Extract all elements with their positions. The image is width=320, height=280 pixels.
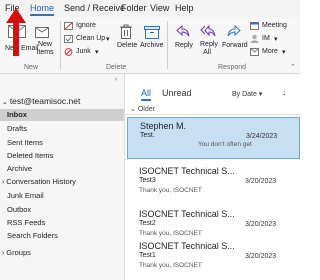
group-header-older[interactable]: ⌄ Older bbox=[130, 105, 155, 113]
im-button[interactable]: IM bbox=[262, 35, 270, 42]
tab-unread[interactable]: Unread bbox=[162, 88, 192, 98]
message-sender: Stephen M. bbox=[140, 121, 187, 131]
annotation-arrow-icon bbox=[6, 8, 26, 56]
chevron-down-icon: ▾ bbox=[256, 91, 263, 98]
folder-deleted-items[interactable]: Deleted Items bbox=[0, 150, 124, 162]
section-label: Older bbox=[137, 106, 155, 113]
archive-button[interactable]: Archive bbox=[140, 42, 163, 49]
message-sender: ISOCNET Technical S... bbox=[139, 209, 235, 219]
folder-conversation-history[interactable]: › Conversation History bbox=[0, 176, 124, 188]
cleanup-button[interactable]: Clean Up bbox=[76, 35, 105, 42]
tab-all[interactable]: All bbox=[141, 88, 152, 101]
message-subject: Test2 bbox=[139, 220, 156, 227]
ribbon-separator bbox=[60, 21, 61, 69]
ribbon-separator bbox=[167, 21, 168, 69]
groups-label: Groups bbox=[6, 248, 31, 257]
chevron-down-icon: ⌄ bbox=[130, 106, 138, 113]
message-date: 3/20/2023 bbox=[245, 221, 277, 228]
menu-bar: File Home Send / Receive Folder View Hel… bbox=[0, 0, 300, 17]
more-icon bbox=[250, 48, 259, 56]
folder-inbox[interactable]: Inbox bbox=[0, 109, 124, 121]
more-dropdown-icon[interactable]: ▾ bbox=[282, 48, 286, 56]
folder-drafts[interactable]: Drafts bbox=[0, 123, 124, 135]
message-sender: ISOCNET Technical S... bbox=[139, 166, 235, 176]
message-sender: ISOCNET Technical S... bbox=[139, 241, 235, 251]
groups-header[interactable]: › Groups bbox=[0, 247, 124, 259]
forward-icon[interactable] bbox=[227, 24, 241, 38]
junk-button[interactable]: Junk bbox=[76, 48, 91, 55]
message-subject: Test. bbox=[140, 132, 155, 139]
account-label: test@teamisoc.net bbox=[9, 96, 81, 106]
collapse-ribbon-icon[interactable]: ⌃ bbox=[290, 63, 296, 71]
junk-icon bbox=[64, 48, 73, 56]
cleanup-icon bbox=[64, 35, 73, 43]
reply-button[interactable]: Reply bbox=[175, 42, 193, 49]
reply-icon[interactable] bbox=[176, 24, 190, 38]
menu-folder[interactable]: Folder bbox=[121, 3, 147, 13]
message-row[interactable]: ISOCNET Technical S... Test3 3/20/2023 T… bbox=[127, 163, 300, 205]
ignore-button[interactable]: Ignore bbox=[76, 22, 96, 29]
message-preview: You don't often get bbox=[198, 141, 252, 148]
ignore-icon bbox=[64, 22, 73, 30]
reply-all-button[interactable]: Reply All bbox=[200, 41, 218, 57]
account-header[interactable]: ⌄ test@teamisoc.net bbox=[2, 96, 80, 106]
divider bbox=[125, 114, 300, 115]
sort-label: By Date bbox=[232, 91, 257, 98]
chevron-down-icon: ⌄ bbox=[2, 99, 10, 106]
ribbon: New Email New Items New Ignore Clean Up … bbox=[0, 17, 300, 74]
archive-icon[interactable] bbox=[144, 25, 160, 39]
trash-icon[interactable] bbox=[119, 24, 133, 40]
folder-outbox[interactable]: Outbox bbox=[0, 204, 124, 216]
im-dropdown-icon[interactable]: ▾ bbox=[274, 35, 278, 43]
im-icon bbox=[250, 34, 259, 43]
forward-button[interactable]: Forward bbox=[222, 42, 248, 49]
message-preview: Thank you, ISOCNET bbox=[139, 187, 202, 194]
cleanup-dropdown-icon[interactable]: ▾ bbox=[106, 35, 110, 43]
reply-all-icon[interactable] bbox=[200, 24, 216, 38]
folder-search-folders[interactable]: Search Folders bbox=[0, 230, 124, 242]
group-delete-label: Delete bbox=[106, 64, 127, 71]
folder-archive[interactable]: Archive bbox=[0, 163, 124, 175]
message-date: 3/20/2023 bbox=[245, 253, 277, 260]
menu-send-receive[interactable]: Send / Receive bbox=[64, 3, 125, 13]
delete-button[interactable]: Delete bbox=[117, 42, 137, 49]
message-date: 3/20/2023 bbox=[245, 178, 277, 185]
group-new-label: New bbox=[24, 64, 39, 71]
sort-direction-icon[interactable]: ↓ bbox=[282, 88, 286, 97]
new-items-icon[interactable] bbox=[35, 25, 51, 38]
folder-sent-items[interactable]: Sent Items bbox=[0, 137, 124, 149]
group-respond-label: Respond bbox=[218, 64, 247, 71]
message-row[interactable]: ISOCNET Technical S... Test1 3/20/2023 T… bbox=[127, 238, 300, 280]
folder-label: Conversation History bbox=[6, 177, 76, 186]
message-preview: Thank you, ISOCNET bbox=[139, 230, 202, 237]
collapse-pane-icon[interactable]: ‹ bbox=[115, 76, 117, 83]
meeting-icon bbox=[250, 22, 259, 30]
message-preview: Thank you, ISOCNET bbox=[139, 262, 202, 269]
menu-help[interactable]: Help bbox=[175, 3, 194, 13]
message-row[interactable]: Stephen M. Test. 3/24/2023 You don't oft… bbox=[127, 117, 300, 159]
message-date: 3/24/2023 bbox=[246, 133, 278, 140]
meeting-button[interactable]: Meeting bbox=[262, 22, 287, 29]
folder-junk-email[interactable]: Junk Email bbox=[0, 190, 124, 202]
sort-dropdown[interactable]: By Date ▾ bbox=[232, 90, 262, 98]
new-items-button[interactable]: New Items bbox=[34, 41, 56, 57]
menu-home[interactable]: Home bbox=[30, 3, 55, 16]
message-subject: Test3 bbox=[139, 177, 156, 184]
menu-view[interactable]: View bbox=[150, 3, 169, 13]
more-button[interactable]: More bbox=[262, 48, 278, 55]
junk-dropdown-icon[interactable]: ▾ bbox=[95, 48, 99, 56]
message-subject: Test1 bbox=[139, 252, 156, 259]
folder-rss-feeds[interactable]: RSS Feeds bbox=[0, 217, 124, 229]
